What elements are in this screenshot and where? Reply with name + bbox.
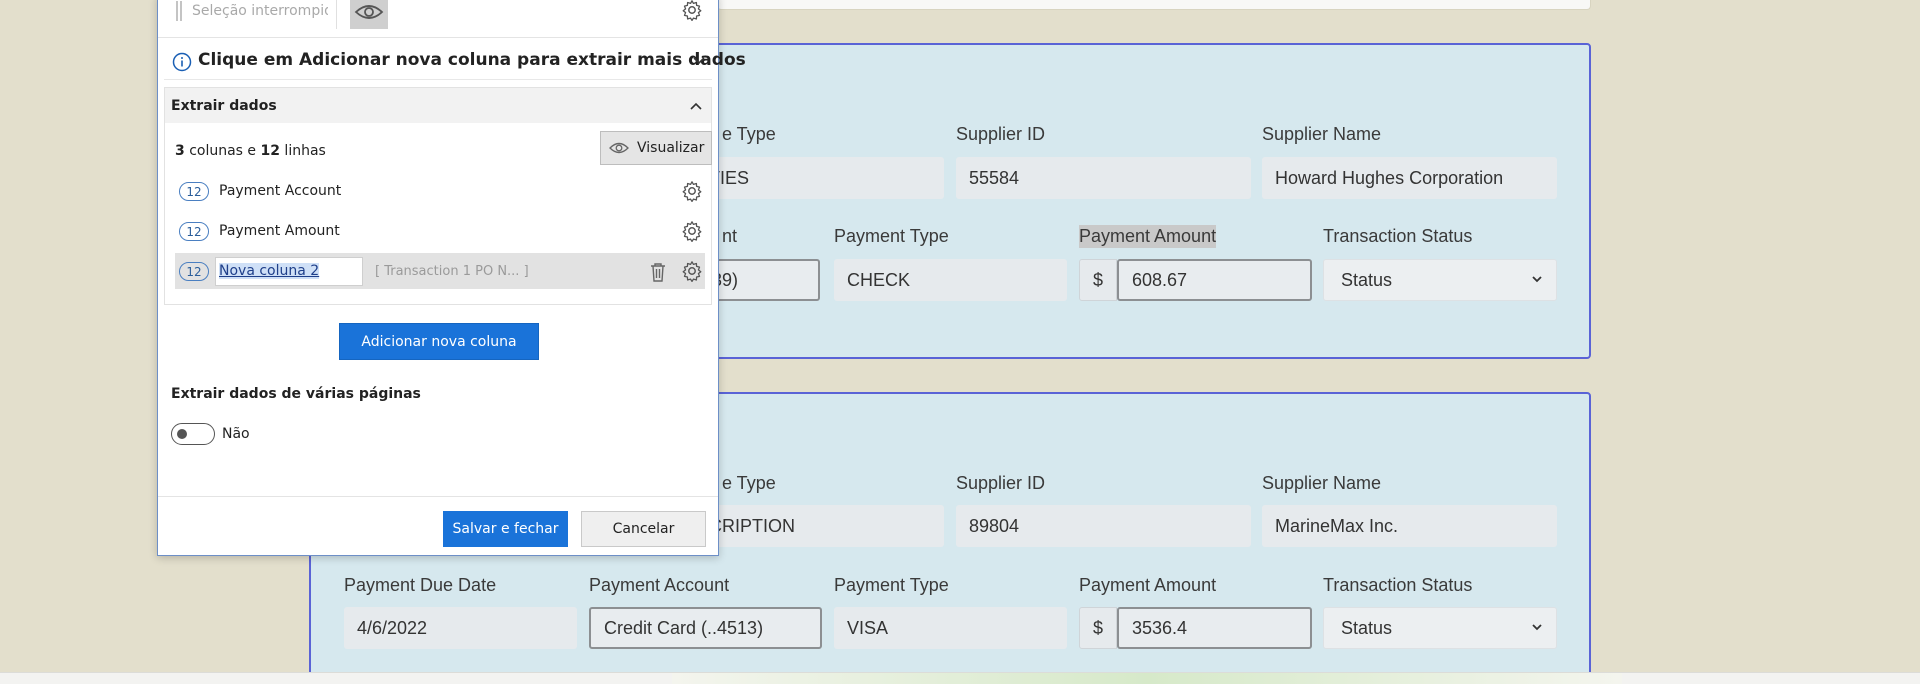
gear-icon[interactable] — [681, 220, 703, 242]
invoice-type-label: e Type — [722, 124, 776, 144]
info-text: Clique em Adicionar nova coluna para ext… — [198, 50, 746, 70]
column-name: Payment Account — [219, 183, 342, 199]
drag-handle[interactable] — [176, 1, 182, 21]
preview-button[interactable]: Visualizar — [600, 131, 712, 165]
supplier-id-label: Supplier ID — [956, 124, 1046, 144]
supplier-id-field[interactable]: 55584 — [956, 157, 1251, 199]
save-and-close-button[interactable]: Salvar e fechar — [443, 511, 568, 547]
add-column-button[interactable]: Adicionar nova coluna — [339, 323, 539, 360]
payment-type-field[interactable]: CHECK — [834, 259, 1067, 301]
transaction-status-select[interactable]: Status — [1323, 607, 1557, 649]
row-count-badge: 12 — [179, 182, 209, 201]
payment-due-date-field[interactable]: 4/6/2022 — [344, 607, 577, 649]
previous-card — [717, 0, 1591, 10]
supplier-name-field[interactable]: MarineMax Inc. — [1262, 505, 1557, 547]
currency-prefix: $ — [1079, 607, 1117, 649]
payment-amount-field[interactable]: 3536.4 — [1117, 607, 1312, 649]
extract-data-dialog: Seleção interrompida Clique em Adicionar… — [157, 0, 746, 556]
multi-page-toggle[interactable] — [171, 423, 215, 445]
supplier-id-field[interactable]: 89804 — [956, 505, 1251, 547]
cancel-button[interactable]: Cancelar — [581, 511, 706, 547]
bottom-bar — [0, 672, 1920, 684]
panel-title: Extrair dados — [171, 98, 277, 114]
column-row[interactable]: 12 Payment Amount — [175, 213, 705, 249]
eye-icon — [354, 5, 384, 19]
selection-status-input[interactable]: Seleção interrompida — [192, 3, 328, 19]
info-icon — [172, 52, 192, 72]
gear-icon[interactable] — [681, 180, 703, 202]
supplier-name-label: Supplier Name — [1262, 124, 1382, 144]
column-row-editing[interactable]: 12 Nova coluna 2 [ Transaction 1 PO N...… — [175, 253, 705, 289]
info-banner[interactable]: Clique em Adicionar nova coluna para ext… — [164, 42, 746, 80]
multi-page-label: Extrair dados de várias páginas — [171, 386, 421, 402]
preview-label: Visualizar — [637, 140, 705, 156]
chevron-down-icon — [1532, 276, 1542, 283]
dialog-footer: Salvar e fechar Cancelar — [158, 496, 718, 555]
highlight-toggle-button[interactable] — [350, 0, 388, 29]
payment-due-date-label: Payment Due Date — [344, 575, 497, 595]
payment-amount-field[interactable]: 608.67 — [1117, 259, 1312, 301]
payment-account-field[interactable]: Credit Card (..4513) — [589, 607, 822, 649]
payment-type-field[interactable]: VISA — [834, 607, 1067, 649]
supplier-id-label: Supplier ID — [956, 473, 1046, 493]
gear-icon[interactable] — [681, 260, 703, 282]
dialog-toolbar: Seleção interrompida — [158, 0, 718, 38]
payment-type-label: Payment Type — [834, 226, 949, 246]
payment-type-label: Payment Type — [834, 575, 949, 595]
row-count-badge: 12 — [179, 262, 209, 281]
payment-account-label: nt — [722, 226, 738, 246]
supplier-name-field[interactable]: Howard Hughes Corporation — [1262, 157, 1557, 199]
gear-icon[interactable] — [681, 0, 703, 21]
supplier-name-label: Supplier Name — [1262, 473, 1382, 493]
invoice-type-field[interactable]: TIES — [709, 157, 944, 199]
multi-page-value: Não — [222, 426, 250, 442]
payment-amount-label: Payment Amount — [1079, 575, 1217, 595]
eye-icon — [609, 142, 629, 154]
currency-prefix: $ — [1079, 259, 1117, 301]
column-row[interactable]: 12 Payment Account — [175, 173, 705, 209]
extract-data-panel: Extrair dados 3 colunas e 12 linhas Visu… — [164, 87, 712, 305]
chevron-up-icon[interactable] — [689, 99, 703, 113]
transaction-status-label: Transaction Status — [1323, 575, 1473, 595]
payment-account-label: Payment Account — [589, 575, 730, 595]
payment-amount-label: Payment Amount — [1079, 225, 1217, 248]
chevron-down-icon — [1532, 624, 1542, 631]
trash-icon[interactable] — [648, 261, 668, 283]
column-source-hint: [ Transaction 1 PO N... ] — [375, 264, 529, 279]
panel-header[interactable]: Extrair dados — [165, 88, 711, 123]
extraction-summary: 3 colunas e 12 linhas — [175, 143, 326, 159]
column-name: Payment Amount — [219, 223, 340, 239]
transaction-status-select[interactable]: Status — [1323, 259, 1557, 301]
payment-account-field[interactable]: 39) — [709, 259, 820, 301]
invoice-type-field[interactable]: CRIPTION — [709, 505, 944, 547]
column-name-input[interactable]: Nova coluna 2 — [215, 257, 363, 286]
row-count-badge: 12 — [179, 222, 209, 241]
invoice-type-label: e Type — [722, 473, 776, 493]
chevron-down-icon[interactable] — [692, 54, 706, 68]
transaction-status-label: Transaction Status — [1323, 226, 1473, 246]
